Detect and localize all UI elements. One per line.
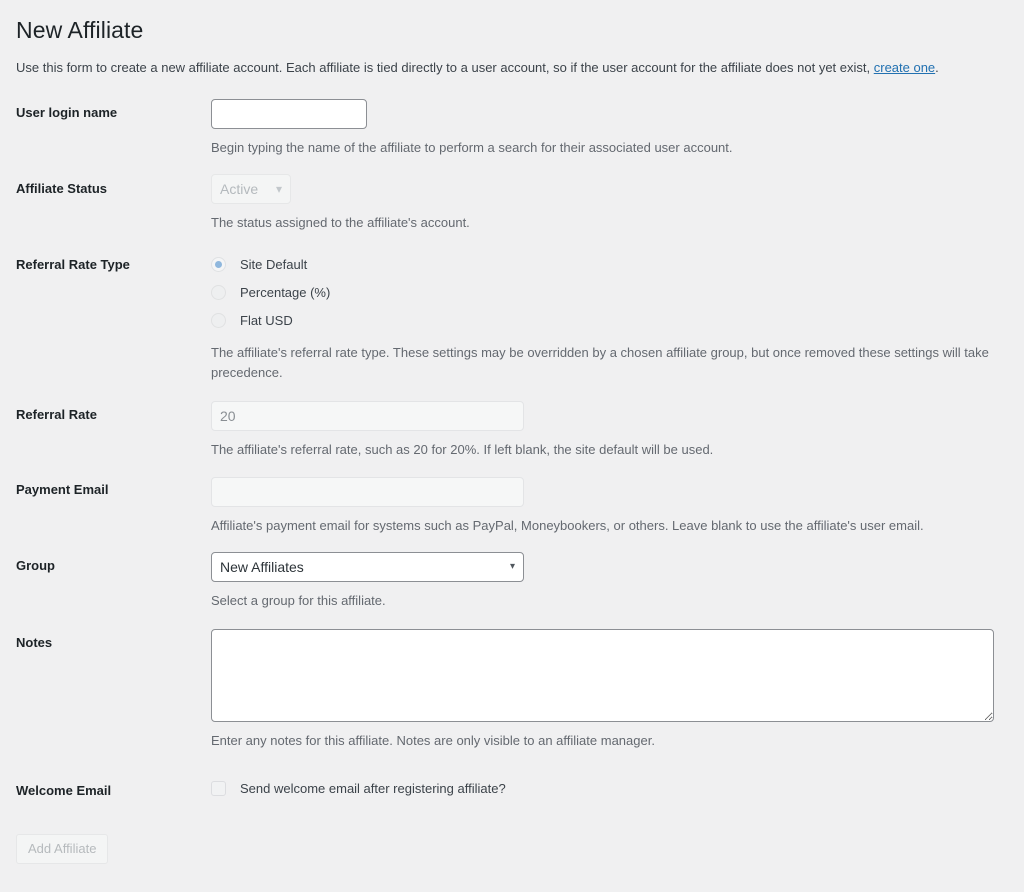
- create-one-link[interactable]: create one: [874, 60, 935, 75]
- intro-text-after: .: [935, 60, 939, 75]
- welcome-email-checkbox-label: Send welcome email after registering aff…: [240, 781, 506, 796]
- user-login-label: User login name: [16, 105, 118, 120]
- group-description: Select a group for this affiliate.: [211, 593, 386, 608]
- user-login-field-wrap: Begin typing the name of the affiliate t…: [211, 99, 733, 158]
- referral-rate-description: The affiliate's referral rate, such as 2…: [211, 442, 714, 457]
- radio-percentage-control[interactable]: [211, 284, 226, 300]
- payment-email-input[interactable]: [211, 477, 524, 507]
- add-affiliate-button[interactable]: Add Affiliate: [16, 834, 109, 864]
- radio-percentage-label: Percentage (%): [240, 284, 331, 300]
- group-select[interactable]: New Affiliates: [211, 552, 524, 582]
- radio-site-default-label: Site Default: [240, 256, 308, 272]
- welcome-email-checkbox-row[interactable]: Send welcome email after registering aff…: [211, 781, 506, 796]
- radio-percentage[interactable]: Percentage (%): [211, 278, 997, 306]
- intro-text-before: Use this form to create a new affiliate …: [16, 60, 874, 75]
- affiliate-status-select-wrap[interactable]: Active ▾: [211, 174, 291, 204]
- group-select-wrap[interactable]: New Affiliates ▾: [211, 552, 524, 582]
- intro-text: Use this form to create a new affiliate …: [16, 58, 939, 78]
- submit-wrap: Add Affiliate: [16, 834, 109, 864]
- group-field-wrap: New Affiliates ▾ Select a group for this…: [211, 552, 524, 611]
- affiliate-status-description: The status assigned to the affiliate's a…: [211, 215, 470, 230]
- group-label: Group: [16, 558, 55, 573]
- new-affiliate-page: New Affiliate Use this form to create a …: [0, 0, 1024, 892]
- radio-flat-usd-control[interactable]: [211, 312, 226, 328]
- user-login-description: Begin typing the name of the affiliate t…: [211, 140, 733, 155]
- referral-rate-type-label: Referral Rate Type: [16, 257, 130, 272]
- affiliate-status-field-wrap: Active ▾ The status assigned to the affi…: [211, 174, 470, 233]
- notes-label: Notes: [16, 635, 53, 650]
- referral-rate-type-field-wrap: Site Default Percentage (%) Flat USD The…: [211, 250, 997, 383]
- notes-description: Enter any notes for this affiliate. Note…: [211, 733, 655, 748]
- user-login-input[interactable]: [211, 99, 367, 129]
- radio-site-default[interactable]: Site Default: [211, 250, 997, 278]
- radio-flat-usd-label: Flat USD: [240, 312, 293, 328]
- referral-rate-input[interactable]: [211, 401, 524, 431]
- affiliate-status-select[interactable]: Active: [211, 174, 291, 204]
- payment-email-description: Affiliate's payment email for systems su…: [211, 518, 924, 533]
- notes-field-wrap: Enter any notes for this affiliate. Note…: [211, 629, 994, 751]
- referral-rate-type-description: The affiliate's referral rate type. Thes…: [211, 345, 989, 381]
- payment-email-field-wrap: Affiliate's payment email for systems su…: [211, 477, 924, 536]
- welcome-email-checkbox[interactable]: [211, 781, 226, 796]
- radio-flat-usd[interactable]: Flat USD: [211, 306, 997, 334]
- welcome-email-label: Welcome Email: [16, 783, 112, 798]
- welcome-email-field-wrap: Send welcome email after registering aff…: [211, 781, 506, 796]
- referral-rate-field-wrap: The affiliate's referral rate, such as 2…: [211, 401, 713, 460]
- notes-textarea[interactable]: [211, 629, 994, 722]
- referral-rate-label: Referral Rate: [16, 407, 97, 422]
- affiliate-status-label: Affiliate Status: [16, 181, 108, 196]
- page-title: New Affiliate: [16, 17, 144, 43]
- payment-email-label: Payment Email: [16, 482, 109, 497]
- radio-site-default-control[interactable]: [211, 256, 226, 272]
